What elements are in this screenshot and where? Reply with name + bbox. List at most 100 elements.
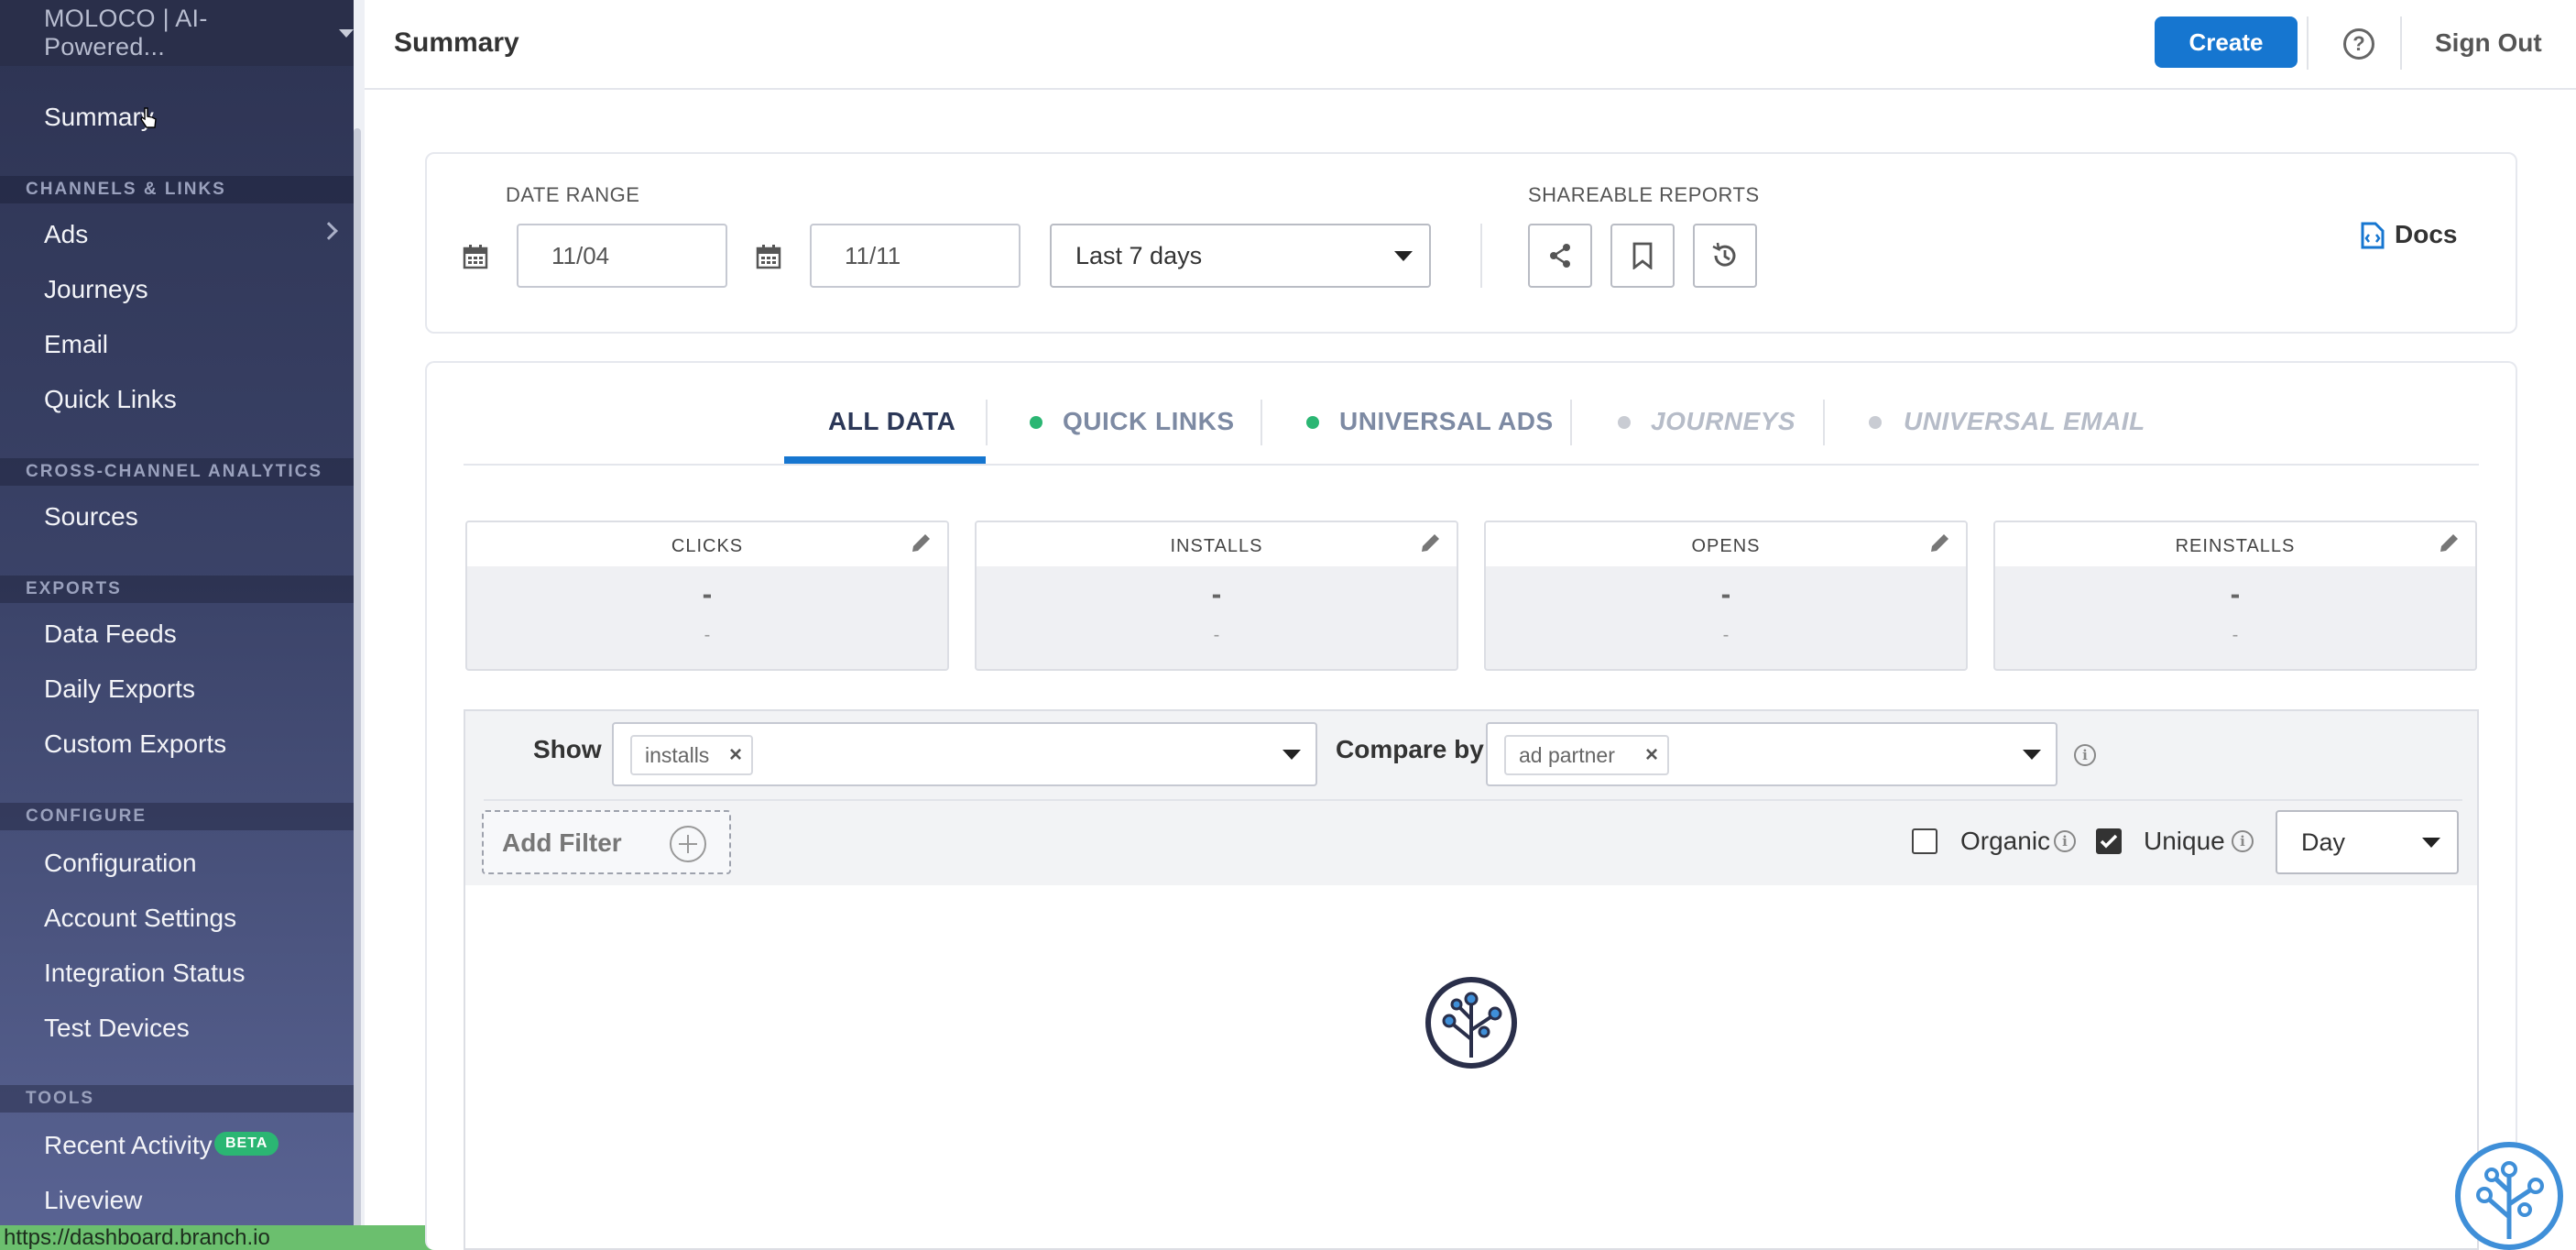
organic-label: Organic [1960, 827, 2051, 855]
caret-down-icon [1394, 251, 1413, 261]
metric-delta: - [1722, 625, 1730, 645]
sidebar-item-email[interactable]: Email [44, 330, 108, 359]
org-name: MOLOCO | AI-Powered... [44, 5, 208, 60]
tab-quick-links[interactable]: QUICK LINKS [1063, 407, 1235, 436]
metric-value: - [1720, 577, 1731, 610]
show-label: Show [533, 735, 602, 763]
add-filter-button[interactable]: Add Filter [482, 810, 731, 874]
start-date-input[interactable]: 11/04 [517, 224, 727, 288]
section-exports: EXPORTS [0, 576, 354, 603]
tab-separator [1261, 400, 1262, 445]
caret-down-icon [1283, 750, 1301, 760]
show-chip[interactable]: installs × [630, 735, 753, 775]
sidebar-item-ads[interactable]: Ads [44, 220, 88, 249]
inactive-status-dot [1618, 416, 1631, 429]
org-switcher[interactable]: MOLOCO | AI-Powered... [0, 0, 354, 66]
section-configure: CONFIGURE [0, 803, 354, 830]
tab-journeys[interactable]: JOURNEYS [1651, 407, 1796, 436]
sidebar-scrollbar[interactable] [354, 128, 361, 1228]
hand-cursor-icon [140, 107, 157, 128]
metric-delta: - [2232, 625, 2239, 645]
metric-delta: - [1213, 625, 1220, 645]
metric-value: - [2230, 577, 2241, 610]
tab-universal-ads[interactable]: UNIVERSAL ADS [1339, 407, 1554, 436]
beta-badge: BETA [214, 1132, 279, 1156]
compare-by-label: Compare by [1336, 735, 1484, 763]
tab-universal-email[interactable]: UNIVERSAL EMAIL [1904, 407, 2145, 436]
metric-card-installs: INSTALLS - - [975, 521, 1458, 671]
sidebar-item-integration-status[interactable]: Integration Status [44, 959, 245, 988]
pencil-icon[interactable] [1927, 532, 1951, 555]
sign-out-link[interactable]: Sign Out [2435, 28, 2542, 58]
sidebar-item-recent-activity[interactable]: Recent Activity [44, 1131, 213, 1160]
caret-down-icon [2422, 838, 2440, 848]
calendar-icon[interactable] [463, 244, 488, 269]
header-divider [2307, 16, 2309, 70]
branch-chat-widget-icon[interactable] [2455, 1142, 2563, 1250]
metric-delta: - [704, 625, 711, 645]
share-button[interactable] [1528, 224, 1592, 288]
unique-checkbox[interactable] [2096, 828, 2122, 854]
inactive-status-dot [1869, 416, 1882, 429]
info-icon[interactable]: i [2054, 830, 2076, 852]
pencil-icon[interactable] [1418, 532, 1442, 555]
compare-by-select[interactable]: ad partner × [1486, 722, 2058, 786]
share-icon [1550, 244, 1570, 268]
compare-chip[interactable]: ad partner × [1504, 735, 1669, 775]
sidebar-item-quick-links[interactable]: Quick Links [44, 385, 177, 414]
tab-separator [986, 400, 988, 445]
sidebar-item-data-feeds[interactable]: Data Feeds [44, 620, 177, 649]
section-tools: TOOLS [0, 1085, 354, 1113]
section-channels-links: CHANNELS & LINKS [0, 176, 354, 203]
create-button[interactable]: Create [2155, 16, 2298, 68]
docs-icon[interactable] [2360, 220, 2385, 249]
metric-label: REINSTALLS [1995, 522, 2475, 566]
active-tab-indicator [784, 456, 986, 464]
metric-value: - [1211, 577, 1222, 610]
sidebar-item-daily-exports[interactable]: Daily Exports [44, 674, 195, 704]
help-icon[interactable]: ? [2343, 28, 2374, 60]
show-chip-label: installs [645, 743, 710, 767]
date-preset-select[interactable]: Last 7 days [1050, 224, 1431, 288]
unique-label: Unique [2144, 827, 2225, 855]
sidebar-item-sources[interactable]: Sources [44, 502, 138, 532]
info-icon[interactable]: i [2232, 830, 2254, 852]
date-range-card [425, 152, 2517, 334]
compare-chip-label: ad partner [1519, 743, 1615, 767]
granularity-select[interactable]: Day [2276, 810, 2459, 874]
date-range-label: DATE RANGE [506, 183, 640, 206]
sidebar-item-test-devices[interactable]: Test Devices [44, 1014, 190, 1043]
sidebar-item-custom-exports[interactable]: Custom Exports [44, 729, 226, 759]
sidebar: MOLOCO | AI-Powered... Summary CHANNELS … [0, 0, 354, 1250]
sidebar-item-liveview[interactable]: Liveview [44, 1186, 142, 1215]
live-status-dot [1030, 416, 1042, 429]
tab-separator [1570, 400, 1572, 445]
granularity-value: Day [2301, 828, 2346, 856]
show-select[interactable]: installs × [612, 722, 1317, 786]
info-icon[interactable]: i [2074, 744, 2096, 766]
chevron-right-icon[interactable] [320, 222, 338, 240]
tab-all-data[interactable]: ALL DATA [828, 407, 955, 436]
pencil-icon[interactable] [2437, 532, 2461, 555]
remove-chip-icon[interactable]: × [729, 737, 742, 773]
metric-value: - [702, 577, 713, 610]
organic-checkbox[interactable] [1912, 828, 1937, 854]
tab-separator [1823, 400, 1825, 445]
sidebar-item-configuration[interactable]: Configuration [44, 849, 197, 878]
sidebar-item-summary[interactable]: Summary [44, 103, 154, 132]
checkmark-icon [2100, 834, 2118, 849]
sidebar-item-journeys[interactable]: Journeys [44, 275, 148, 304]
metric-label: INSTALLS [977, 522, 1457, 566]
caret-down-icon [339, 28, 354, 38]
bookmark-button[interactable] [1610, 224, 1675, 288]
sidebar-item-account-settings[interactable]: Account Settings [44, 904, 236, 933]
pencil-icon[interactable] [909, 532, 933, 555]
end-date-input[interactable]: 11/11 [810, 224, 1021, 288]
remove-chip-icon[interactable]: × [1645, 737, 1658, 773]
metric-label: CLICKS [467, 522, 947, 566]
metric-card-reinstalls: REINSTALLS - - [1993, 521, 2477, 671]
docs-link[interactable]: Docs [2395, 220, 2457, 249]
calendar-icon[interactable] [756, 244, 781, 269]
plus-circle-icon [670, 826, 706, 862]
history-button[interactable] [1693, 224, 1757, 288]
